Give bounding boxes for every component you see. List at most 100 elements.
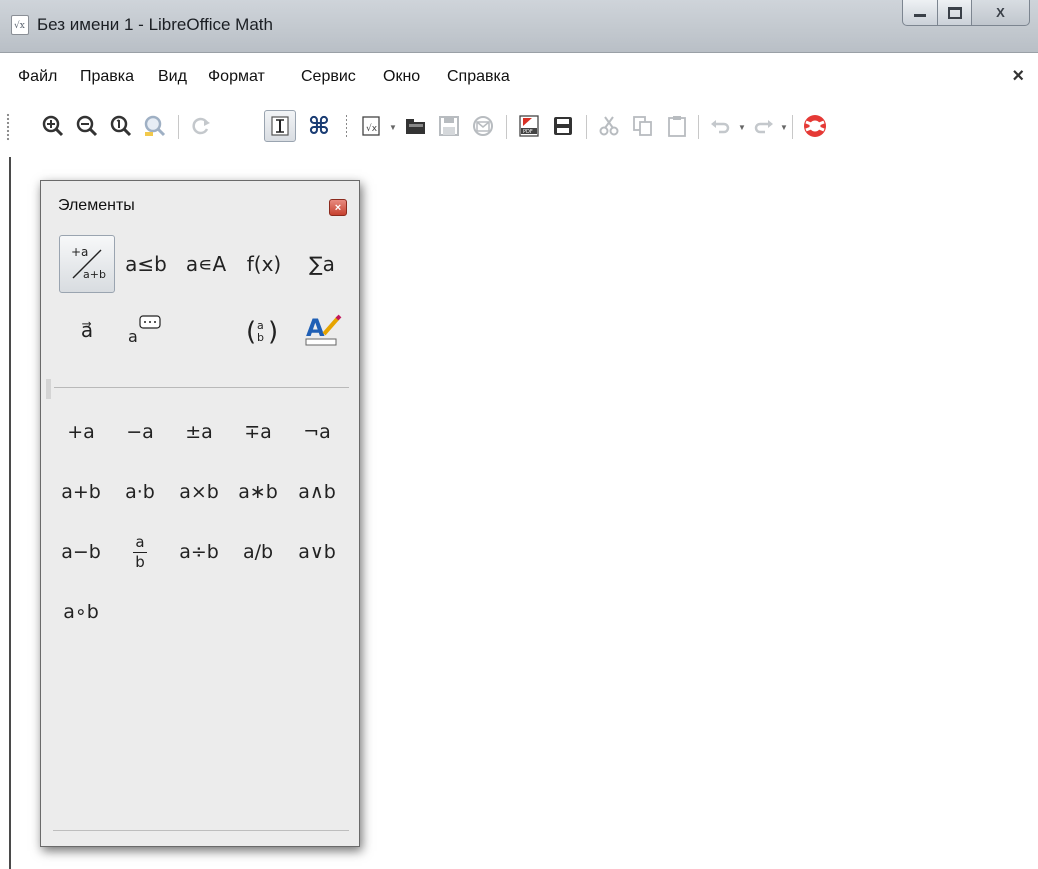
element-a-slash-b[interactable]: a/b: [228, 523, 288, 581]
category-set-operations[interactable]: a∊A: [178, 235, 234, 293]
elements-panel[interactable]: Элементы × +a a+b a≤b a∊A f(x) ∑a a⃗ a (…: [40, 180, 360, 847]
element-categories: +a a+b a≤b a∊A f(x) ∑a a⃗ a ( a b ) A: [48, 225, 351, 381]
svg-text:): ): [268, 317, 278, 347]
menu-window[interactable]: Окно: [383, 68, 420, 86]
element-a-times-b[interactable]: a×b: [169, 463, 229, 521]
category-relations[interactable]: a≤b: [118, 235, 174, 293]
zoom-100-icon: [110, 115, 132, 137]
new-formula-icon: √x: [362, 116, 380, 136]
panel-title: Элементы: [58, 197, 135, 214]
others-speech-icon: a: [128, 315, 161, 346]
menu-help[interactable]: Справка: [447, 68, 510, 86]
document-area-edge: [9, 157, 11, 869]
element-a-div-b[interactable]: a÷b: [169, 523, 229, 581]
zoom-all-icon: [144, 115, 166, 137]
formula-cursor-icon: [271, 116, 289, 136]
element-minus-a[interactable]: −a: [110, 403, 170, 461]
operators-label: ∑a: [309, 252, 335, 276]
copy-button[interactable]: [628, 111, 658, 141]
menu-edit[interactable]: Правка: [80, 68, 134, 86]
menu-format[interactable]: Формат: [208, 68, 265, 86]
paste-button[interactable]: [662, 111, 692, 141]
menu-file[interactable]: Файл: [18, 68, 57, 86]
zoom-out-button[interactable]: [72, 111, 102, 141]
maximize-button[interactable]: [938, 0, 972, 26]
undo-dropdown-arrow[interactable]: ▼: [738, 123, 746, 132]
element-a-plus-b[interactable]: a+b: [51, 463, 111, 521]
svg-text:+a: +a: [71, 245, 88, 259]
element-a-and-b[interactable]: a∧b: [287, 463, 347, 521]
zoom-100-button[interactable]: [106, 111, 136, 141]
toolbar-separator: [506, 115, 507, 139]
element-minus-plus-a[interactable]: ∓a: [228, 403, 288, 461]
undo-button[interactable]: [706, 111, 736, 141]
print-button[interactable]: [548, 111, 578, 141]
element-a-ast-b[interactable]: a∗b: [228, 463, 288, 521]
category-unary-binary[interactable]: +a a+b: [59, 235, 115, 293]
panel-divider: [54, 387, 349, 388]
menu-bar: Файл Правка Вид Формат Сервис Окно Справ…: [0, 53, 1038, 99]
svg-text:PDF: PDF: [523, 129, 533, 135]
minimize-icon: [914, 14, 926, 17]
category-attributes[interactable]: a⃗: [59, 301, 115, 359]
undo-icon: [711, 120, 730, 134]
category-functions[interactable]: f(x): [236, 235, 292, 293]
menu-tools[interactable]: Сервис: [301, 68, 356, 86]
cut-button[interactable]: [594, 111, 624, 141]
element-a-minus-b[interactable]: a−b: [51, 523, 111, 581]
element-a-over-b[interactable]: ab: [110, 523, 170, 581]
email-button[interactable]: [468, 111, 498, 141]
svg-text:(: (: [246, 317, 256, 347]
svg-text:a: a: [128, 327, 138, 346]
element-a-circ-b[interactable]: a∘b: [51, 583, 111, 641]
new-dropdown-arrow[interactable]: ▼: [389, 123, 397, 132]
standard-toolbar: ⌘ √x ▼ PDF ▼ ▼: [0, 99, 1038, 155]
category-brackets[interactable]: ( a b ): [236, 301, 292, 359]
minimize-button[interactable]: [902, 0, 938, 26]
maximize-icon: [947, 6, 962, 19]
close-panel-button[interactable]: ×: [329, 199, 347, 216]
title-bar[interactable]: √x Без имени 1 - LibreOffice Math X: [0, 0, 1038, 53]
element-a-cdot-b[interactable]: a·b: [110, 463, 170, 521]
help-button[interactable]: [800, 111, 830, 141]
libreoffice-math-icon: √x: [11, 15, 29, 35]
toolbar-separator: [792, 115, 793, 139]
email-envelope-icon: [473, 116, 493, 136]
symbols-button[interactable]: ⌘: [304, 111, 334, 141]
fraction-icon: ab: [133, 534, 147, 570]
close-window-button[interactable]: X: [972, 0, 1030, 26]
show-all-button[interactable]: [140, 111, 170, 141]
toolbar-separator: [586, 115, 587, 139]
redo-icon: [754, 120, 773, 134]
new-document-button[interactable]: √x: [356, 111, 386, 141]
category-formats[interactable]: A: [294, 301, 350, 359]
open-button[interactable]: [400, 111, 430, 141]
element-not-a[interactable]: ¬a: [287, 403, 347, 461]
panel-splitter[interactable]: [46, 379, 51, 399]
close-document-button[interactable]: ×: [1012, 65, 1024, 88]
category-others[interactable]: a: [118, 301, 174, 359]
zoom-out-icon: [76, 115, 98, 137]
pdf-icon: PDF: [519, 115, 539, 137]
export-pdf-button[interactable]: PDF: [514, 111, 544, 141]
update-button[interactable]: [186, 111, 216, 141]
redo-dropdown-arrow[interactable]: ▼: [780, 123, 788, 132]
formula-cursor-button[interactable]: [264, 110, 296, 142]
element-plus-minus-a[interactable]: ±a: [169, 403, 229, 461]
close-icon: X: [996, 5, 1005, 20]
element-a-or-b[interactable]: a∨b: [287, 523, 347, 581]
toolbar-separator: [698, 115, 699, 139]
zoom-in-button[interactable]: [38, 111, 68, 141]
category-operators[interactable]: ∑a: [294, 235, 350, 293]
command-symbol-icon: ⌘: [307, 112, 331, 140]
menu-view[interactable]: Вид: [158, 68, 187, 86]
lifebuoy-help-icon: [804, 115, 826, 137]
relations-label: a≤b: [125, 252, 167, 276]
redo-button[interactable]: [748, 111, 778, 141]
close-icon: ×: [334, 201, 342, 214]
toolbar-grip[interactable]: [6, 113, 10, 141]
svg-text:A: A: [306, 314, 325, 342]
save-button[interactable]: [434, 111, 464, 141]
element-plus-a[interactable]: +a: [51, 403, 111, 461]
format-icon: A: [305, 314, 342, 346]
